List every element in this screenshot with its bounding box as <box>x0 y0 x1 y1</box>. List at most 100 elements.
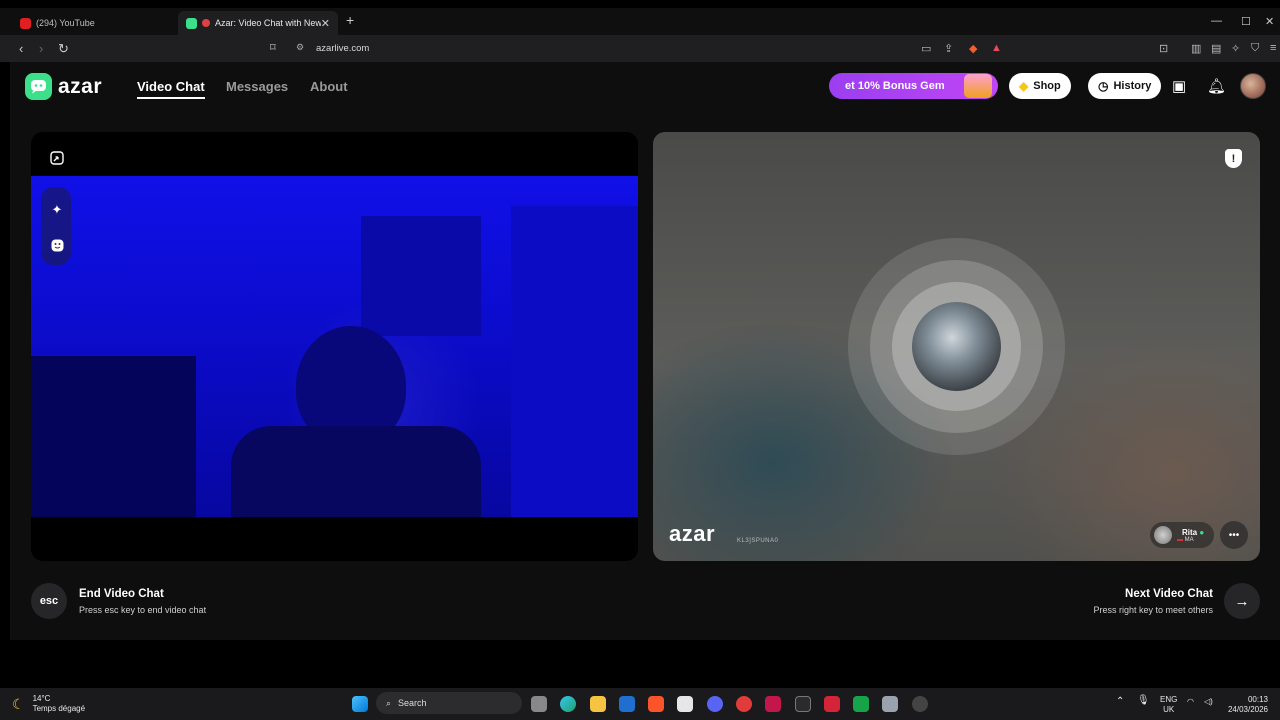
report-shield-icon[interactable]: ! <box>1225 149 1242 168</box>
app-gray-icon[interactable] <box>882 696 898 712</box>
share-icon[interactable]: ⇪ <box>944 42 953 55</box>
next-chat-title: Next Video Chat <box>1125 588 1213 600</box>
app-magenta-icon[interactable] <box>765 696 781 712</box>
app-a-icon[interactable] <box>824 696 840 712</box>
minimize-video-icon[interactable] <box>43 144 71 172</box>
local-camera-feed <box>31 176 638 517</box>
site-info-icon[interactable]: ⚙ <box>296 42 304 53</box>
maximize-button[interactable]: ☐ <box>1241 15 1251 28</box>
remote-user-avatar <box>1154 526 1172 544</box>
browser-tab-bar: (294) YouTube Azar: Video Chat with New … <box>0 8 1280 35</box>
new-tab-button[interactable]: + <box>346 12 354 28</box>
chat-bubble-icon[interactable]: ••• <box>1220 521 1248 549</box>
reload-button[interactable]: ↻ <box>58 41 69 57</box>
discord-icon[interactable] <box>707 696 723 712</box>
task-view-icon[interactable] <box>531 696 547 712</box>
recording-icon <box>202 19 210 27</box>
verified-icon: ● <box>1199 527 1205 537</box>
app-red-icon[interactable] <box>736 696 752 712</box>
magic-wand-icon[interactable]: ✦ <box>43 196 71 224</box>
sidebar-icon[interactable]: ▥ <box>1191 42 1201 55</box>
next-chat-hint: Press right key to meet others <box>1093 605 1213 615</box>
lang-bottom: UK <box>1163 705 1175 714</box>
next-chat-button[interactable]: → <box>1224 583 1260 619</box>
minimize-button[interactable]: — <box>1211 15 1222 27</box>
chevron-up-icon[interactable]: ⌃ <box>1116 697 1124 707</box>
nav-about[interactable]: About <box>310 79 348 94</box>
promo-label: et 10% Bonus Gem <box>845 80 945 92</box>
azar-page: azar Video Chat Messages About et 10% Bo… <box>10 62 1280 640</box>
microphone-icon[interactable]: 🎙︎ <box>1137 696 1150 706</box>
tab-title: Azar: Video Chat with New Pe <box>215 18 321 28</box>
session-id: KL3]SPUNA0 <box>737 538 779 544</box>
address-bar: ‹ › ↻ ⌑ ⚙ azarlive.com ▭ ⇪ ◆ ▲ ⊡ ▥ ▤ ✧ ⛉… <box>0 35 1280 62</box>
end-chat-button[interactable]: esc <box>31 583 67 619</box>
profile-avatar[interactable] <box>1240 73 1266 99</box>
nav-messages[interactable]: Messages <box>226 79 288 94</box>
forward-button[interactable]: › <box>39 41 43 56</box>
clock-icon: ◷ <box>1098 79 1109 93</box>
windows-taskbar: ☾ 14°C Temps dégagé ⌕ Search ⌃ 🎙︎ ENG UK… <box>0 688 1280 720</box>
edge-icon[interactable] <box>560 696 576 712</box>
menu-icon[interactable]: ≡ <box>1270 42 1276 54</box>
azar-watermark: azar <box>669 521 716 546</box>
remote-user-country: MA <box>1184 536 1194 543</box>
door-shape <box>511 206 638 517</box>
nav-video-chat[interactable]: Video Chat <box>137 79 205 99</box>
bell-icon[interactable]: 🔔︎ <box>1207 77 1226 95</box>
history-label: History <box>1113 80 1152 92</box>
mail-icon[interactable] <box>619 696 635 712</box>
treasure-chest-icon <box>964 74 992 98</box>
local-video-panel: ✦ <box>31 132 638 561</box>
crystal-ball-image <box>912 302 1001 391</box>
speaker-icon[interactable]: ◁) <box>1204 697 1213 707</box>
leo-icon[interactable]: ✧ <box>1231 42 1240 55</box>
remote-user-name: Rita <box>1182 527 1198 537</box>
url-field[interactable]: ⚙ azarlive.com <box>266 38 1016 59</box>
brand-name: azar <box>58 74 103 98</box>
inbox-icon[interactable]: ▣ <box>1172 77 1186 95</box>
search-label: Search <box>398 698 427 708</box>
end-chat-title: End Video Chat <box>79 588 164 600</box>
tab-azar[interactable]: Azar: Video Chat with New Pe ✕ <box>178 11 338 35</box>
time: 00:13 <box>1247 695 1268 704</box>
vpn-icon[interactable]: ⛉ <box>1251 42 1259 55</box>
gem-icon: ◆ <box>1019 79 1029 93</box>
lang-top: ENG <box>1160 695 1178 704</box>
back-button[interactable]: ‹ <box>19 41 23 56</box>
brave-icon[interactable] <box>648 696 664 712</box>
clock[interactable]: 00:13 24/03/2026 <box>1226 695 1268 715</box>
close-window-button[interactable]: ✕ <box>1265 15 1274 28</box>
tab-title: (294) YouTube <box>36 18 95 28</box>
windows-start-icon[interactable] <box>352 696 368 712</box>
obs-icon[interactable] <box>912 696 928 712</box>
date: 24/03/2026 <box>1227 705 1268 714</box>
history-button[interactable]: ◷ History <box>1088 73 1162 99</box>
shop-button[interactable]: ◆ Shop <box>1009 73 1071 99</box>
tab-youtube[interactable]: (294) YouTube <box>12 11 172 35</box>
utorrent-icon[interactable] <box>853 696 869 712</box>
epic-games-icon[interactable] <box>795 696 811 712</box>
moon-icon: ☾ <box>12 695 25 712</box>
close-tab-icon[interactable]: ✕ <box>321 17 330 30</box>
wallet-icon[interactable]: ▤ <box>1211 42 1221 55</box>
wifi-icon[interactable]: ◠ <box>1187 697 1194 707</box>
cast-icon[interactable]: ▭ <box>921 42 931 55</box>
face-filter-icon[interactable] <box>43 231 71 259</box>
weather-description: Temps dégagé <box>32 704 86 713</box>
search-icon: ⌕ <box>386 697 392 708</box>
brave-rewards-icon[interactable]: ▲ <box>991 42 1002 54</box>
screenshot-icon[interactable]: ⊡ <box>1159 42 1168 55</box>
remote-user-chip[interactable]: Rita ● ▬ MA <box>1150 522 1214 548</box>
brave-shield-icon[interactable]: ◆ <box>969 42 977 55</box>
store-icon[interactable] <box>677 696 693 712</box>
bonus-gem-banner[interactable]: et 10% Bonus Gem <box>829 73 998 99</box>
azar-logo[interactable]: azar <box>25 73 102 100</box>
wall-shape <box>361 216 481 336</box>
language-indicator[interactable]: ENG UK <box>1160 695 1177 715</box>
file-explorer-icon[interactable] <box>590 696 606 712</box>
weather-widget[interactable]: ☾ 14°C Temps dégagé <box>12 694 85 714</box>
end-chat-hint: Press esc key to end video chat <box>79 605 207 615</box>
taskbar-search[interactable]: ⌕ Search <box>376 692 522 714</box>
remote-video-panel: ! azar KL3]SPUNA0 Rita ● ▬ MA ••• <box>653 132 1260 561</box>
